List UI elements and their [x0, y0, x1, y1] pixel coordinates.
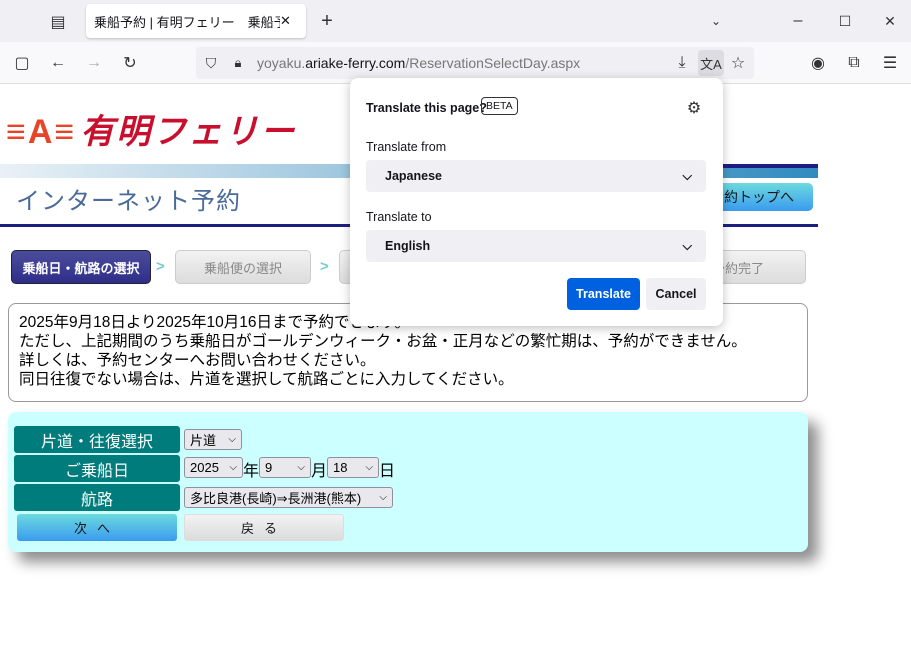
tab-active[interactable]: 乗船予約 | 有明フェリー 乗船予約 ✕	[86, 4, 306, 38]
notice-line: 詳しくは、予約センターへお問い合わせください。	[19, 352, 376, 369]
logo-mark-icon: ≡A≡	[6, 113, 77, 151]
chevron-down-icon: ⌵	[682, 238, 692, 253]
step-arrow-icon: >	[320, 258, 329, 275]
new-tab-icon[interactable]: +	[317, 10, 337, 32]
step-select-date-route: 乗船日・航路の選択	[11, 250, 151, 284]
gear-icon[interactable]: ⚙	[684, 98, 704, 118]
shield-icon[interactable]: ⛉	[201, 53, 221, 73]
next-button[interactable]: 次へ	[17, 514, 177, 541]
popup-title: Translate this page?	[366, 101, 487, 115]
translate-icon[interactable]: 文A	[698, 50, 724, 76]
close-window-icon[interactable]: ✕	[880, 11, 900, 31]
back-button[interactable]: 戻る	[184, 514, 344, 541]
chevron-down-icon: ⌵	[682, 168, 692, 183]
page-subtitle: インターネット予約	[16, 188, 241, 215]
ariake-ferry-logo[interactable]: ≡A≡ 有明フェリー	[6, 104, 296, 153]
chevron-down-icon: ⌵	[365, 462, 373, 473]
reservation-form: 片道・往復選択 片道 ⌵ ご乗船日 2025 ⌵ 年 9 ⌵ 月 18 ⌵ 日 航路 多…	[8, 412, 808, 552]
chevron-down-icon: ⌵	[379, 492, 387, 503]
step-select-sailing: 乗船便の選択	[175, 250, 311, 284]
translate-popup: Translate this page? BETA ⚙ Translate fr…	[350, 78, 723, 326]
year-suffix: 年	[243, 463, 260, 480]
to-label: Translate to	[366, 210, 432, 224]
from-language-select[interactable]: Japanese ⌵	[366, 160, 706, 192]
notice-line: 同日往復でない場合は、片道を選択して航路ごとに入力してください。	[19, 371, 514, 388]
menu-icon[interactable]: ☰	[880, 53, 900, 73]
address-bar[interactable]: ⛉ 🔒︎ yoyaku.ariake-ferry.com/Reservation…	[196, 47, 754, 79]
route-select[interactable]: 多比良港(長崎)⇒長洲港(熊本) ⌵	[184, 487, 393, 508]
sidebar-icon[interactable]: ▢	[12, 53, 32, 73]
chevron-down-icon: ⌵	[228, 434, 236, 445]
download-page-icon[interactable]: ⤓	[672, 53, 692, 73]
maximize-icon[interactable]: ☐	[835, 11, 855, 31]
route-label: 航路	[14, 484, 180, 511]
month-suffix: 月	[311, 463, 328, 480]
beta-badge: BETA	[481, 97, 518, 115]
month-select[interactable]: 9 ⌵	[259, 457, 311, 478]
tab-title: 乗船予約 | 有明フェリー 乗船予約	[94, 14, 280, 30]
cancel-button[interactable]: Cancel	[646, 278, 706, 310]
trip-type-label: 片道・往復選択	[14, 426, 180, 453]
notice-line: ただし、上記期間のうち乗船日がゴールデンウィーク・お盆・正月などの繁忙期は、予約…	[19, 333, 747, 350]
chevron-down-icon: ⌵	[229, 462, 237, 473]
account-icon[interactable]: ◉	[808, 53, 828, 73]
lock-icon[interactable]: 🔒︎	[228, 53, 248, 73]
list-tabs-chevron-icon[interactable]: ⌄	[706, 11, 726, 31]
bookmark-star-icon[interactable]: ☆	[728, 53, 748, 73]
tab-manager-icon[interactable]: ▤	[48, 12, 68, 32]
tab-bar: ▤ 乗船予約 | 有明フェリー 乗船予約 ✕ + ⌄ – ☐ ✕	[0, 0, 911, 42]
forward-icon[interactable]: →	[84, 53, 104, 73]
back-icon[interactable]: ←	[48, 53, 68, 73]
date-label: ご乗船日	[14, 455, 180, 482]
url-text[interactable]: yoyaku.ariake-ferry.com/ReservationSelec…	[257, 55, 580, 71]
day-select[interactable]: 18 ⌵	[327, 457, 379, 478]
translate-button[interactable]: Translate	[567, 278, 640, 310]
day-suffix: 日	[379, 463, 396, 480]
to-language-select[interactable]: English ⌵	[366, 230, 706, 262]
from-label: Translate from	[366, 140, 447, 154]
minimize-icon[interactable]: –	[788, 11, 808, 31]
step-arrow-icon: >	[156, 258, 165, 275]
year-select[interactable]: 2025 ⌵	[184, 457, 243, 478]
close-tab-icon[interactable]: ✕	[280, 13, 291, 29]
extensions-icon[interactable]: ⧉	[844, 53, 864, 73]
reload-icon[interactable]: ↻	[120, 53, 140, 73]
trip-type-select[interactable]: 片道 ⌵	[184, 429, 242, 450]
chevron-down-icon: ⌵	[297, 462, 305, 473]
